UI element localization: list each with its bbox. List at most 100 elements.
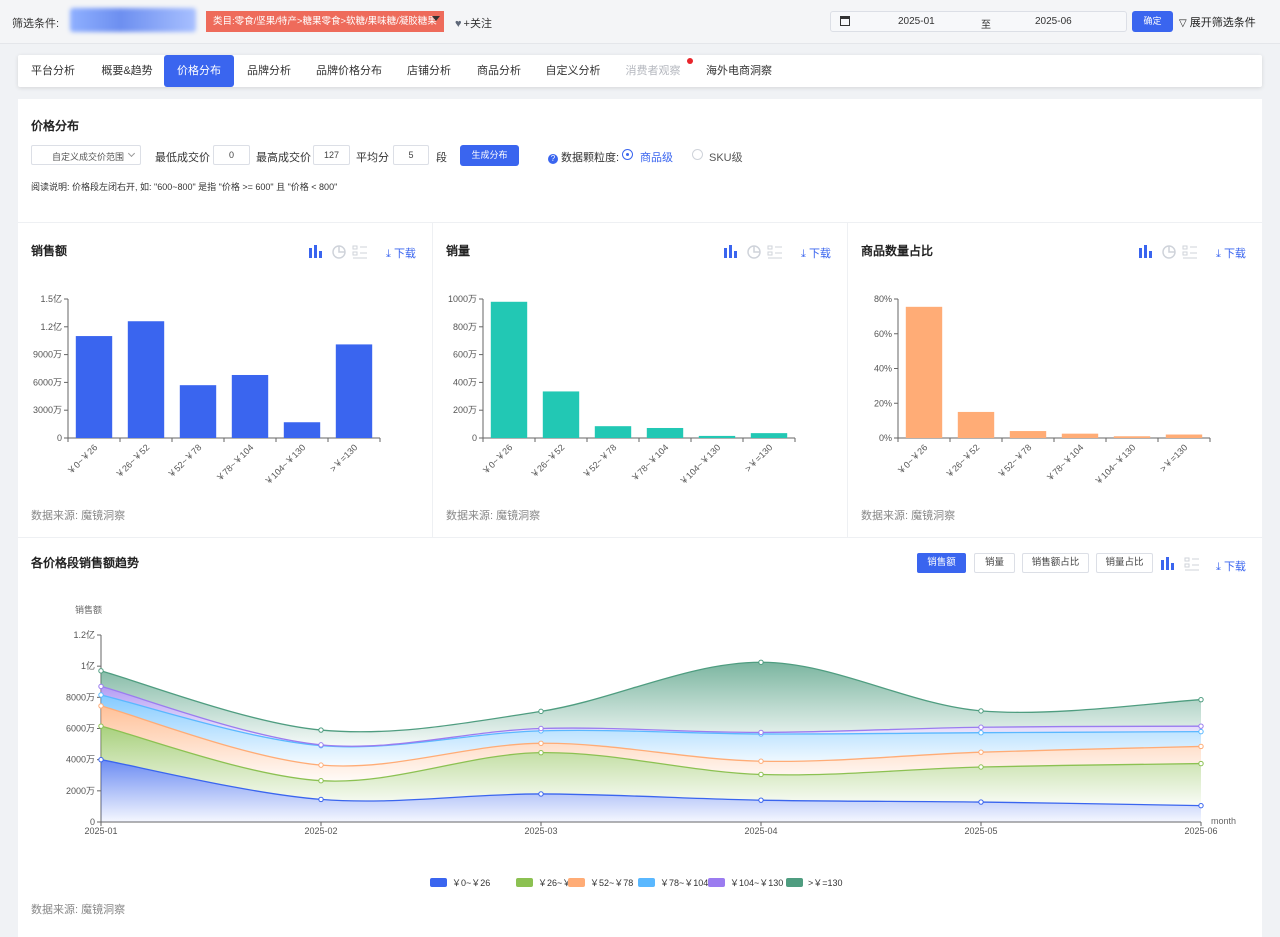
chart-type-switch (1139, 245, 1197, 259)
x-tick-label: ￥104~￥130 (263, 442, 308, 487)
tab-brand[interactable]: 品牌分析 (238, 55, 300, 87)
tab-overview-trend[interactable]: 概要&趋势 (92, 55, 162, 87)
download-button[interactable]: ⤓ 下载 (1216, 558, 1246, 574)
data-source: 数据来源: 魔镜洞察 (446, 510, 541, 522)
y-tick-label: 4000万 (66, 755, 95, 765)
data-point (978, 764, 984, 770)
download-button[interactable]: ⤓ 下载 (1216, 245, 1246, 261)
data-point (758, 659, 764, 665)
table-icon[interactable] (767, 245, 782, 259)
range-select[interactable]: 自定义成交价范围 (31, 145, 141, 165)
category-tag[interactable]: 类目:零食/坚果/特产>糖果零食>软糖/果味糖/凝胶糖果 (206, 11, 444, 32)
radio-sku-label[interactable]: SKU级 (709, 149, 743, 165)
data-point (98, 703, 104, 709)
x-tick-label: ￥0~￥26 (65, 442, 99, 476)
table-icon[interactable] (1182, 245, 1197, 259)
confirm-button[interactable]: 确定 (1132, 11, 1173, 32)
tab-consumer[interactable]: 消费者观察 (618, 55, 693, 87)
radio-sku[interactable] (692, 149, 703, 160)
share-bar-chart: 0% 20% 40% 60% 80% ￥0~￥26 ￥26~￥52 ￥52~￥78 ￥78~￥1… (874, 294, 1211, 487)
tab-product[interactable]: 商品分析 (468, 55, 530, 87)
filter-bar: 筛选条件: 类目:零食/坚果/特产>糖果零食>软糖/果味糖/凝胶糖果 ♥ +关注 … (0, 0, 1280, 44)
data-point (98, 683, 104, 690)
pie-chart-icon[interactable] (332, 245, 346, 259)
table-icon[interactable] (1184, 557, 1199, 571)
legend-item[interactable]: >￥=130 (786, 878, 843, 888)
tab-consumer-label: 消费者观察 (625, 65, 681, 77)
legend-swatch (708, 878, 725, 887)
y-tick-label: 80% (874, 294, 892, 304)
chart-type-switch (309, 245, 367, 259)
trend-title: 各价格段销售额趋势 (31, 556, 140, 570)
tab-price-distribution[interactable]: 价格分布 (164, 55, 234, 87)
date-range-picker[interactable]: 2025-01 至 2025-06 (830, 11, 1127, 32)
bar (957, 411, 995, 438)
bar-chart-icon[interactable] (309, 245, 322, 258)
bar-chart-icon[interactable] (724, 245, 737, 258)
bar (1061, 433, 1099, 438)
max-price-label: 最高成交价 (256, 152, 311, 164)
tab-custom[interactable]: 自定义分析 (538, 55, 608, 87)
metric-sales-button[interactable]: 销售额 (917, 553, 966, 573)
data-point (1198, 728, 1204, 735)
tab-platform[interactable]: 平台分析 (22, 55, 84, 87)
bar-chart-icon[interactable] (1139, 245, 1152, 258)
date-end[interactable]: 2025-06 (1035, 16, 1072, 27)
legend-item[interactable]: ￥78~￥104 (638, 878, 708, 888)
expand-filters-button[interactable]: ▽ 展开筛选条件 (1179, 14, 1256, 30)
legend-label: ￥0~￥26 (452, 878, 490, 888)
bar (594, 426, 632, 438)
legend-item[interactable]: ￥52~￥78 (568, 878, 633, 888)
y-tick-label: 2000万 (66, 786, 95, 796)
tab-overseas[interactable]: 海外电商洞察 (698, 55, 780, 87)
legend-swatch (638, 878, 655, 887)
min-price-input[interactable]: 0 (213, 145, 250, 165)
download-icon: ⤓ (801, 248, 806, 260)
sales-bar-chart: 0 3000万 6000万 9000万 1.2亿 1.5亿 ￥0~￥26 ￥26~￥52 ￥52… (33, 293, 381, 487)
radio-product-label[interactable]: 商品级 (640, 149, 673, 165)
download-button[interactable]: ⤓ 下载 (386, 245, 416, 261)
legend-item[interactable]: ￥104~￥130 (708, 878, 783, 888)
download-button[interactable]: ⤓ 下载 (801, 245, 831, 261)
data-source: 数据来源: 魔镜洞察 (31, 904, 126, 916)
x-tick-label: 2025-01 (84, 826, 117, 836)
main-panel: 价格分布 自定义成交价范围 最低成交价 0 最高成交价 127 平均分 5 段 … (18, 99, 1262, 937)
blurred-filter-value[interactable] (70, 8, 196, 32)
table-icon[interactable] (352, 245, 367, 259)
metric-volume-share-button[interactable]: 销量占比 (1096, 553, 1153, 573)
y-tick-label: 400万 (453, 377, 477, 387)
reading-note: 阅读说明: 价格段左闭右开, 如: "600~800" 是指 "价格 >= 60… (31, 182, 338, 192)
data-point (538, 708, 544, 715)
data-point (1198, 696, 1204, 703)
legend-label: ￥104~￥130 (730, 878, 783, 888)
calendar-icon (840, 16, 850, 26)
data-point (98, 723, 104, 729)
pie-chart-icon[interactable] (747, 245, 761, 259)
download-label: 下载 (1223, 561, 1246, 573)
legend-item[interactable]: ￥0~￥26 (430, 878, 490, 888)
metric-volume-button[interactable]: 销量 (974, 553, 1015, 573)
pie-chart-icon[interactable] (1162, 245, 1176, 259)
chevron-down-icon[interactable] (432, 16, 440, 21)
date-start[interactable]: 2025-01 (898, 16, 935, 27)
max-price-input[interactable]: 127 (313, 145, 350, 165)
data-point (98, 668, 104, 674)
tab-brand-price[interactable]: 品牌价格分布 (306, 55, 392, 87)
metric-sales-share-button[interactable]: 销售额占比 (1022, 553, 1089, 573)
download-label: 下载 (393, 248, 416, 260)
segments-input[interactable]: 5 (393, 145, 429, 165)
min-price-label: 最低成交价 (155, 152, 210, 164)
filter-label: 筛选条件: (12, 18, 60, 30)
data-source: 数据来源: 魔镜洞察 (31, 510, 126, 522)
generate-button[interactable]: 生成分布 (460, 145, 519, 166)
help-icon[interactable]: ? (548, 154, 558, 164)
radio-product[interactable] (622, 149, 633, 160)
follow-button[interactable]: ♥ +关注 (455, 15, 492, 31)
bar (283, 422, 321, 438)
tab-store[interactable]: 店铺分析 (398, 55, 460, 87)
download-icon: ⤓ (386, 248, 391, 260)
granularity-label: 数据颗粒度: (561, 152, 620, 164)
y-tick-label: 1.2亿 (40, 321, 62, 332)
x-tick-label: 2025-04 (744, 826, 777, 836)
bar-chart-icon[interactable] (1161, 557, 1174, 570)
